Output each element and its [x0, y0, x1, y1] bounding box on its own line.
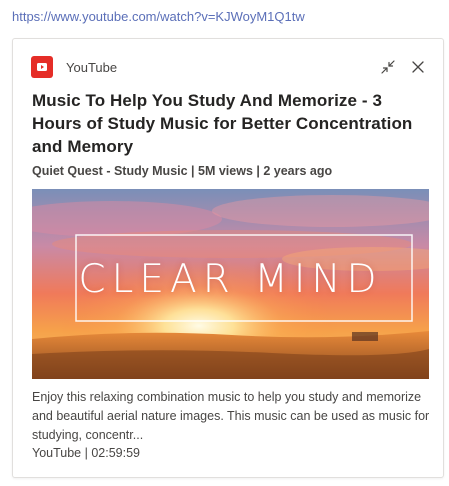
video-footer: YouTube | 02:59:59	[32, 446, 140, 460]
close-icon[interactable]	[409, 58, 427, 76]
card-header: YouTube	[31, 55, 427, 79]
video-meta: Quiet Quest - Study Music | 5M views | 2…	[32, 164, 333, 178]
video-thumbnail[interactable]: CLEAR MIND	[32, 189, 429, 379]
video-description: Enjoy this relaxing combination music to…	[32, 390, 430, 442]
link-preview-card: YouTube Music To Help You Study And Memo…	[12, 38, 444, 478]
shared-link-url[interactable]: https://www.youtube.com/watch?v=KJWoyM1Q…	[12, 9, 305, 24]
card-actions	[379, 58, 427, 76]
thumbnail-overlay-text: CLEAR MIND	[78, 257, 383, 302]
provider-name: YouTube	[66, 59, 118, 75]
collapse-arrows-icon[interactable]	[379, 58, 397, 76]
video-title[interactable]: Music To Help You Study And Memorize - 3…	[32, 89, 432, 158]
youtube-play-icon	[31, 56, 53, 78]
